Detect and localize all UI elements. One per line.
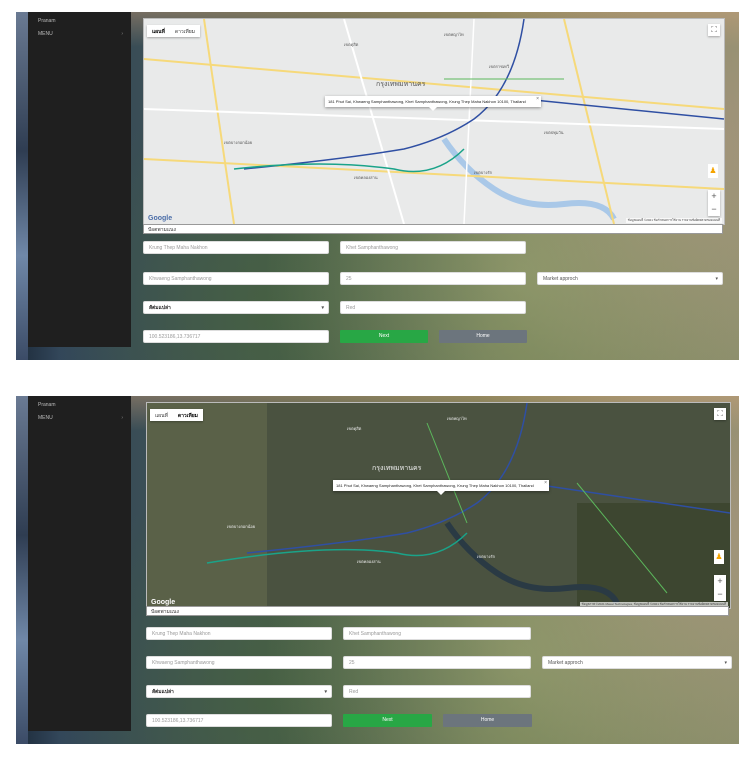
zoom-control: + −	[714, 575, 726, 601]
pegman-icon[interactable]: ♟	[708, 164, 718, 178]
color-field[interactable]: Red	[343, 685, 531, 698]
zoom-out-button[interactable]: −	[708, 203, 720, 216]
chevron-right-icon: ›	[121, 31, 123, 37]
chevron-down-icon: ▾	[321, 305, 324, 311]
subdistrict-field[interactable]: Khwaeng Samphanthawong	[143, 272, 329, 285]
number-field[interactable]: 25	[343, 656, 531, 669]
background-left-strip	[16, 396, 28, 744]
map-type-map-button[interactable]: แผนที่	[147, 25, 170, 37]
number-field[interactable]: 25	[340, 272, 526, 285]
chevron-down-icon: ▾	[715, 276, 718, 282]
screen-panel-road: Pranam MENU › กรุงเทพมหานคร เขตดุสิต เขต…	[16, 12, 739, 360]
screen-panel-satellite: Pranam MENU › กรุงเทพมหานคร เขตดุสิต เขต…	[16, 396, 739, 744]
map-label: เขตปทุมวัน	[544, 130, 564, 135]
coordinates-field[interactable]: 100.523186,13.736717	[146, 714, 332, 727]
approach-select-value: Market approch	[548, 660, 583, 666]
map-roads	[147, 403, 730, 608]
province-field[interactable]: Krung Thep Maha Nakhon	[143, 241, 329, 254]
sidebar-menu-item[interactable]: MENU	[38, 31, 53, 37]
sidebar-brand[interactable]: Pranam	[38, 18, 56, 24]
map-attribution[interactable]: ข้อมูลแผนที่ ©2021 ข้อกำหนดการใช้งาน ราย…	[625, 218, 722, 223]
district-field[interactable]: Khet Samphanthawong	[340, 241, 526, 254]
map-label: เขตพญาไท	[447, 416, 467, 421]
zoom-out-button[interactable]: −	[714, 588, 726, 601]
map-label: กรุงเทพมหานคร	[372, 465, 422, 472]
fullscreen-icon[interactable]: ⛶	[708, 24, 720, 36]
sidebar: Pranam MENU ›	[28, 396, 131, 731]
fullscreen-icon[interactable]: ⛶	[714, 408, 726, 420]
map-type-control: แผนที่ ดาวเทียม	[150, 409, 203, 421]
approach-select-value: Market approch	[543, 276, 578, 282]
zoom-control: + −	[708, 190, 720, 216]
type-select[interactable]: สัต่มแปล่า ▾	[143, 301, 329, 314]
info-window-text: 181 Phut Sai, Khwaeng Samphanthawong, Kh…	[328, 99, 526, 104]
position-bar: ปัอตพามแนง	[143, 224, 723, 234]
map-roads	[144, 19, 724, 224]
coordinates-field[interactable]: 100.523186,13.736717	[143, 330, 329, 343]
map-type-map-button[interactable]: แผนที่	[150, 409, 173, 421]
sidebar-brand[interactable]: Pranam	[38, 402, 56, 408]
subdistrict-field[interactable]: Khwaeng Samphanthawong	[146, 656, 332, 669]
close-icon[interactable]: ×	[544, 481, 547, 486]
zoom-in-button[interactable]: +	[714, 575, 726, 588]
province-field[interactable]: Krung Thep Maha Nakhon	[146, 627, 332, 640]
map-view[interactable]: กรุงเทพมหานคร เขตดุสิต เขตพญาไท เขตบางกอ…	[146, 402, 731, 609]
district-field[interactable]: Khet Samphanthawong	[343, 627, 531, 640]
map-label: เขตบางกอกน้อย	[227, 524, 256, 529]
map-label: กรุงเทพมหานคร	[376, 81, 426, 88]
map-label: เขตดุสิต	[347, 426, 362, 431]
google-logo: Google	[151, 599, 176, 606]
type-select[interactable]: สัต่มแปล่า ▾	[146, 685, 332, 698]
map-type-satellite-button[interactable]: ดาวเทียม	[173, 409, 203, 421]
map-info-window: 181 Phut Sai, Khwaeng Samphanthawong, Kh…	[325, 96, 541, 107]
type-select-value: สัต่มแปล่า	[152, 689, 174, 695]
map-view[interactable]: กรุงเทพมหานคร เขตดุสิต เขตพญาไท เขตราชเท…	[143, 18, 725, 225]
background-left-strip	[16, 12, 28, 360]
type-select-value: สัต่มแปล่า	[149, 305, 171, 311]
position-bar: ปัอตพามแนง	[146, 606, 729, 616]
map-type-control: แผนที่ ดาวเทียม	[147, 25, 200, 37]
map-label: เขตบางรัก	[474, 170, 493, 175]
home-button[interactable]: Home	[439, 330, 527, 343]
map-label: เขตบางรัก	[477, 554, 496, 559]
sidebar: Pranam MENU ›	[28, 12, 131, 347]
chevron-down-icon: ▾	[324, 689, 327, 695]
map-label: เขตพญาไท	[444, 32, 464, 37]
map-label: เขตคลองสาน	[354, 175, 378, 180]
color-field[interactable]: Red	[340, 301, 526, 314]
home-button[interactable]: Home	[443, 714, 532, 727]
map-type-satellite-button[interactable]: ดาวเทียม	[170, 25, 200, 37]
next-button[interactable]: Next	[340, 330, 428, 343]
map-label: เขตราชเทวี	[489, 64, 510, 69]
info-window-text: 181 Phut Sai, Khwaeng Samphanthawong, Kh…	[336, 483, 534, 488]
approach-select[interactable]: Market approch ▾	[537, 272, 723, 285]
close-icon[interactable]: ×	[536, 97, 539, 102]
map-label: เขตดุสิต	[344, 42, 359, 47]
chevron-down-icon: ▾	[724, 660, 727, 666]
chevron-right-icon: ›	[121, 415, 123, 421]
google-logo: Google	[148, 215, 173, 222]
map-label: เขตบางกอกน้อย	[224, 140, 253, 145]
map-info-window: 181 Phut Sai, Khwaeng Samphanthawong, Kh…	[333, 480, 549, 491]
approach-select[interactable]: Market approch ▾	[542, 656, 732, 669]
sidebar-menu-item[interactable]: MENU	[38, 415, 53, 421]
zoom-in-button[interactable]: +	[708, 190, 720, 203]
pegman-icon[interactable]: ♟	[714, 550, 724, 564]
next-button[interactable]: Next	[343, 714, 432, 727]
map-label: เขตคลองสาน	[357, 559, 381, 564]
